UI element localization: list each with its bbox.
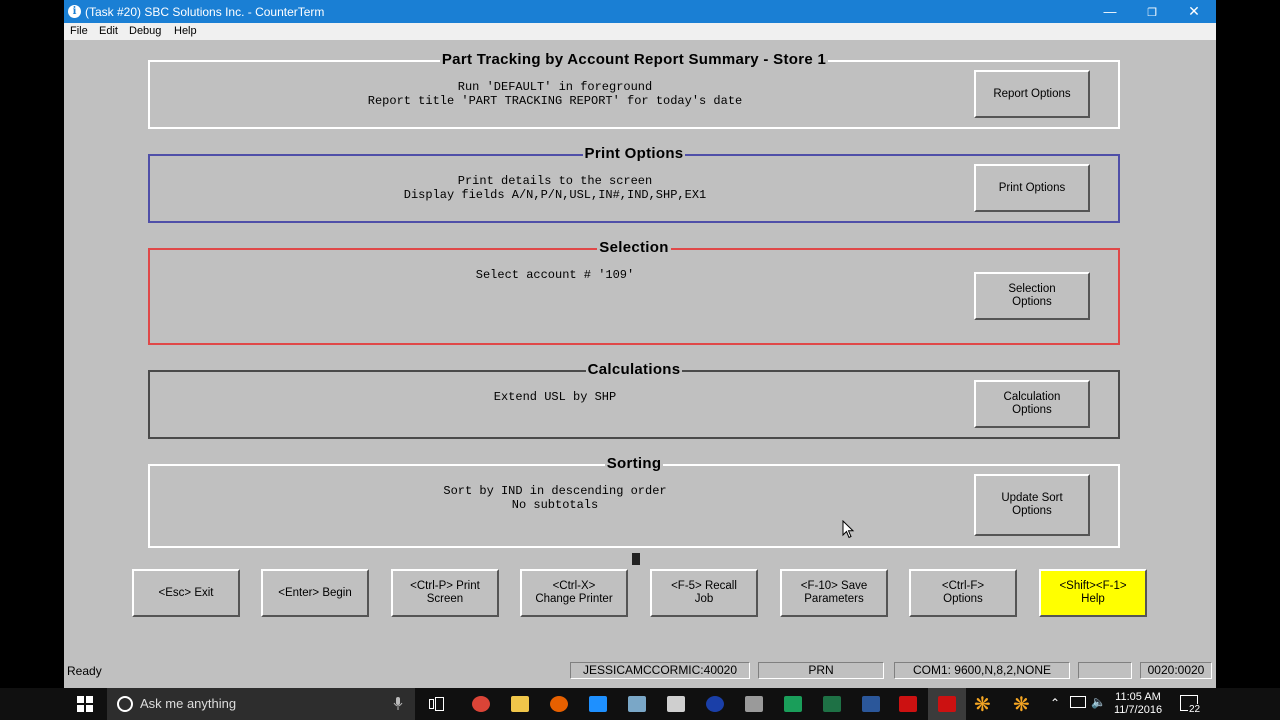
taskbar: Ask me anything ❋ ❋ ⌃ 🔈 11:05 AM 11/7/20…	[0, 688, 1280, 720]
change-printer-button[interactable]: <Ctrl-X> Change Printer	[520, 569, 628, 617]
recall-job-button[interactable]: <F-5> Recall Job	[650, 569, 758, 617]
text-cursor	[632, 553, 640, 565]
print-options-button[interactable]: Print Options	[974, 164, 1090, 212]
sorting-line-1: Sort by IND in descending order	[443, 484, 667, 498]
clock-time: 11:05 AM	[1115, 691, 1161, 703]
maximize-icon: ❐	[1147, 7, 1157, 19]
chrome-icon[interactable]	[472, 696, 490, 712]
print-line-1: Print details to the screen	[457, 174, 653, 188]
report-line-2: Report title 'PART TRACKING REPORT' for …	[367, 93, 743, 108]
selection-panel: Selection Select account # '109' Selecti…	[148, 239, 1120, 345]
status-ready: Ready	[67, 664, 102, 678]
options-button[interactable]: <Ctrl-F> Options	[909, 569, 1017, 617]
status-com: COM1: 9600,N,8,2,NONE	[894, 662, 1070, 679]
maximize-button[interactable]: ❐	[1131, 0, 1173, 23]
menu-file[interactable]: File	[70, 25, 88, 37]
selection-line-1: Select account # '109'	[475, 268, 635, 282]
chevron-up-icon[interactable]: ⌃	[1050, 696, 1060, 710]
cortana-icon	[117, 696, 133, 712]
volume-icon[interactable]: 🔈	[1091, 695, 1106, 709]
help-button[interactable]: <Shift><F-1> Help	[1039, 569, 1147, 617]
sorting-line-2: No subtotals	[511, 497, 599, 512]
clock-date: 11/7/2016	[1113, 704, 1163, 716]
store-icon[interactable]	[589, 696, 607, 712]
selection-panel-title: Selection	[597, 239, 671, 256]
selection-options-button[interactable]: Selection Options	[974, 272, 1090, 320]
app-icon[interactable]	[706, 696, 724, 712]
report-form: Part Tracking by Account Report Summary …	[64, 40, 1216, 660]
tools-icon[interactable]	[745, 696, 763, 712]
report-options-button[interactable]: Report Options	[974, 70, 1090, 118]
file-explorer-icon[interactable]	[511, 696, 529, 712]
print-screen-button[interactable]: <Ctrl-P> Print Screen	[391, 569, 499, 617]
calculator-icon[interactable]	[667, 696, 685, 712]
report-line-1: Run 'DEFAULT' in foreground	[457, 80, 653, 94]
sbc-icon[interactable]	[899, 696, 917, 712]
menu-debug[interactable]: Debug	[129, 25, 161, 37]
update-sort-options-button[interactable]: Update Sort Options	[974, 474, 1090, 536]
sway-icon[interactable]	[784, 696, 802, 712]
menu-help[interactable]: Help	[174, 25, 197, 37]
mouse-pointer-icon	[842, 520, 855, 539]
close-icon: ✕	[1188, 3, 1200, 19]
clock[interactable]: 11:05 AM 11/7/2016	[1111, 691, 1165, 717]
menu-edit[interactable]: Edit	[99, 25, 118, 37]
save-parameters-button[interactable]: <F-10> Save Parameters	[780, 569, 888, 617]
calculations-panel-title: Calculations	[585, 361, 683, 378]
status-prn: PRN	[758, 662, 884, 679]
info-icon: i	[68, 5, 81, 18]
calculations-panel: Calculations Extend USL by SHP Calculati…	[148, 361, 1120, 439]
print-line-2: Display fields A/N,P/N,USL,IN#,IND,SHP,E…	[403, 187, 707, 202]
cortana-search-box[interactable]: Ask me anything	[107, 688, 415, 720]
calculation-options-button[interactable]: Calculation Options	[974, 380, 1090, 428]
microphone-icon[interactable]	[393, 697, 403, 711]
asterisk-icon[interactable]: ❋	[974, 692, 991, 717]
asterisk-icon[interactable]: ❋	[1013, 692, 1030, 717]
windows-start-icon[interactable]	[77, 696, 93, 712]
print-panel-title: Print Options	[582, 145, 686, 162]
menu-bar: File Edit Debug Help	[64, 23, 1216, 40]
counterterm-window: i (Task #20) SBC Solutions Inc. - Counte…	[64, 0, 1216, 688]
task-view-icon[interactable]	[429, 697, 447, 711]
search-placeholder: Ask me anything	[140, 696, 237, 711]
title-bar[interactable]: i (Task #20) SBC Solutions Inc. - Counte…	[64, 0, 1216, 23]
word-icon[interactable]	[862, 696, 880, 712]
sbc-icon[interactable]	[938, 696, 956, 712]
status-bar: Ready JESSICAMCCORMIC:40020 PRN COM1: 96…	[64, 660, 1216, 682]
report-panel-title: Part Tracking by Account Report Summary …	[439, 51, 829, 68]
status-blank	[1078, 662, 1132, 679]
network-icon[interactable]	[1070, 696, 1086, 708]
sorting-panel-title: Sorting	[604, 455, 664, 472]
excel-icon[interactable]	[823, 696, 841, 712]
print-panel: Print Options Print details to the scree…	[148, 145, 1120, 223]
paint-icon[interactable]	[628, 696, 646, 712]
firefox-icon[interactable]	[550, 696, 568, 712]
status-position: 0020:0020	[1140, 662, 1212, 679]
calculations-line-1: Extend USL by SHP	[493, 390, 617, 404]
minimize-icon: —	[1103, 4, 1117, 19]
minimize-button[interactable]: —	[1089, 0, 1131, 23]
window-title: (Task #20) SBC Solutions Inc. - CounterT…	[85, 5, 325, 19]
report-panel: Part Tracking by Account Report Summary …	[148, 51, 1120, 129]
enter-begin-button[interactable]: <Enter> Begin	[261, 569, 369, 617]
notification-count: 22	[1188, 704, 1202, 715]
sorting-panel: Sorting Sort by IND in descending order …	[148, 455, 1120, 548]
esc-exit-button[interactable]: <Esc> Exit	[132, 569, 240, 617]
close-button[interactable]: ✕	[1173, 0, 1215, 23]
status-user: JESSICAMCCORMIC:40020	[570, 662, 750, 679]
